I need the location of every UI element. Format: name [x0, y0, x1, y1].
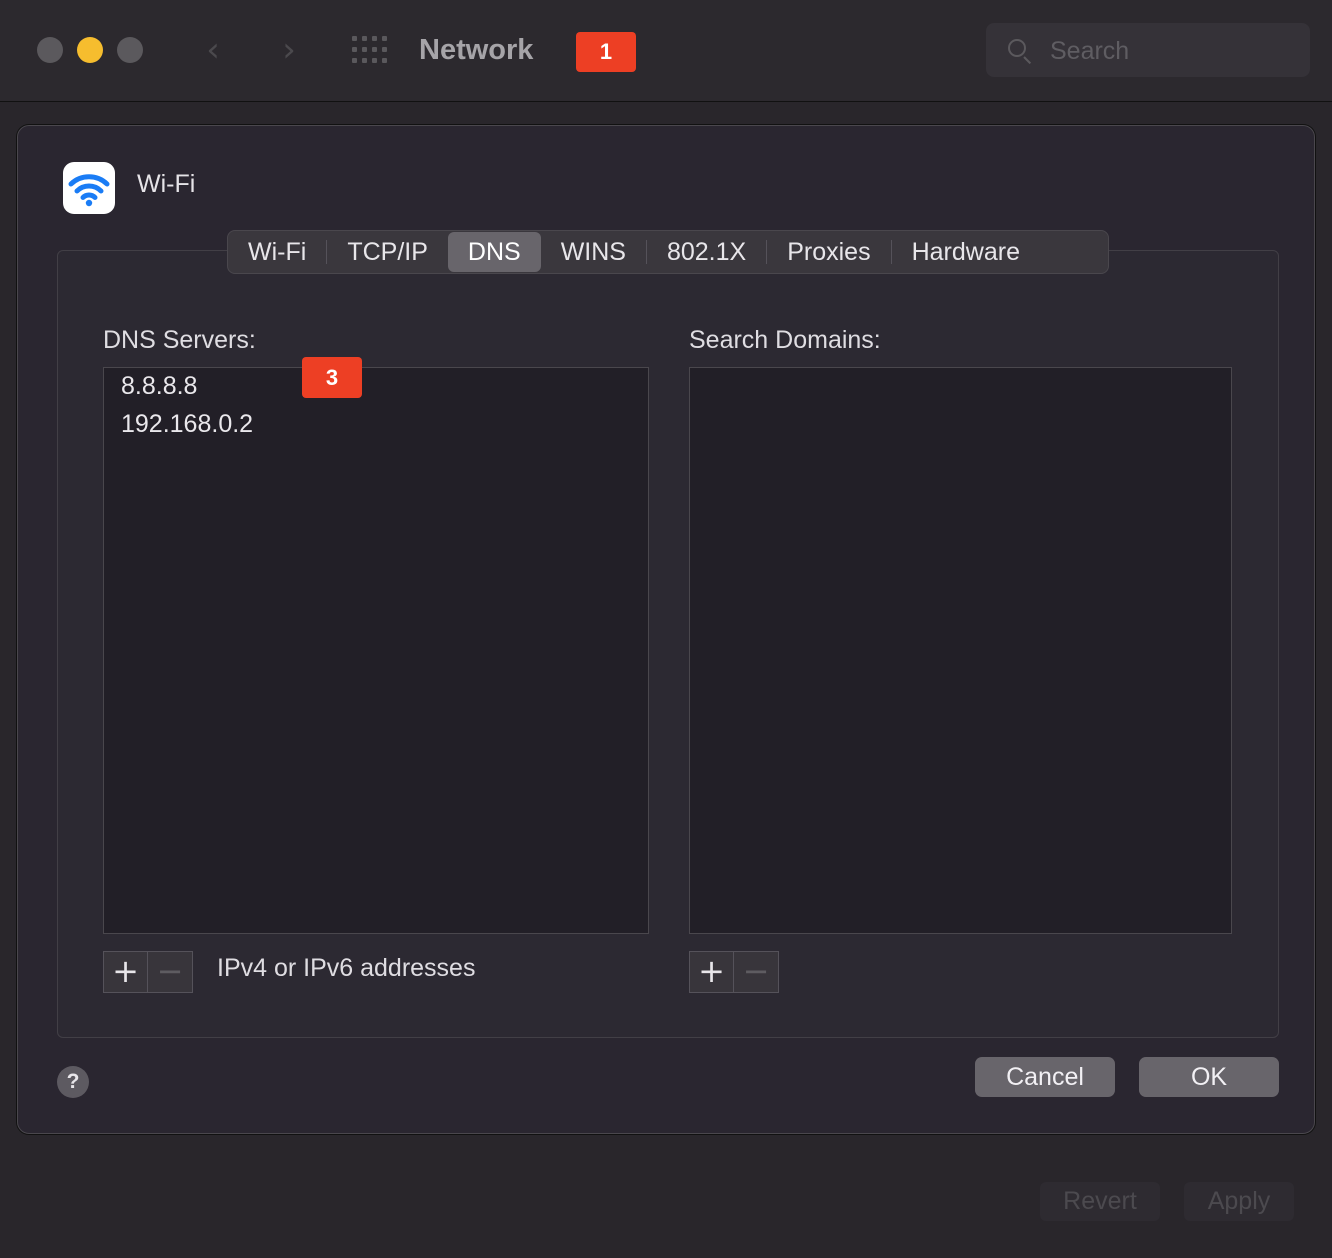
- apply-button[interactable]: Apply: [1184, 1182, 1294, 1221]
- search-domain-add-remove-control: + −: [689, 951, 779, 993]
- remove-dns-server-button[interactable]: −: [148, 951, 193, 993]
- tab-proxies[interactable]: Proxies: [767, 232, 890, 272]
- dns-hint-text: IPv4 or IPv6 addresses: [217, 954, 476, 982]
- tab-wifi[interactable]: Wi-Fi: [228, 232, 326, 272]
- annotation-badge-1: 1: [576, 32, 636, 72]
- forward-arrow-icon[interactable]: ›: [274, 30, 304, 70]
- search-input[interactable]: [1048, 23, 1302, 79]
- tab-dns[interactable]: DNS: [447, 232, 541, 272]
- add-search-domain-button[interactable]: +: [689, 951, 734, 993]
- list-item[interactable]: 8.8.8.8: [121, 372, 197, 401]
- search-field[interactable]: [986, 23, 1310, 79]
- ok-button[interactable]: OK: [1139, 1057, 1279, 1097]
- window-title: Network: [419, 34, 534, 66]
- search-domains-list[interactable]: [689, 367, 1232, 934]
- remove-search-domain-button[interactable]: −: [734, 951, 779, 993]
- search-icon: [1008, 39, 1026, 57]
- revert-button[interactable]: Revert: [1040, 1182, 1160, 1221]
- help-button[interactable]: ?: [57, 1066, 89, 1098]
- show-all-grid-icon[interactable]: [352, 36, 388, 64]
- dns-add-remove-control: + −: [103, 951, 193, 993]
- add-dns-server-button[interactable]: +: [103, 951, 148, 993]
- tab-tcpip[interactable]: TCP/IP: [327, 232, 448, 272]
- close-window-button[interactable]: [37, 37, 63, 63]
- dns-servers-label: DNS Servers:: [103, 326, 256, 354]
- tab-wins[interactable]: WINS: [541, 232, 646, 272]
- wifi-icon: [63, 162, 115, 214]
- back-arrow-icon[interactable]: ‹: [198, 30, 228, 70]
- tab-8021x[interactable]: 802.1X: [647, 232, 766, 272]
- search-domains-label: Search Domains:: [689, 326, 881, 354]
- zoom-window-button[interactable]: [117, 37, 143, 63]
- annotation-badge-3: 3: [302, 357, 362, 398]
- list-item[interactable]: 192.168.0.2: [121, 410, 253, 439]
- dns-servers-list[interactable]: 8.8.8.8 192.168.0.2: [103, 367, 649, 934]
- minimize-window-button[interactable]: [77, 37, 103, 63]
- cancel-button[interactable]: Cancel: [975, 1057, 1115, 1097]
- wifi-advanced-sheet: Wi-Fi Wi-Fi TCP/IP DNS WINS 802.1X Proxi…: [17, 125, 1315, 1134]
- network-window: ‹ › Network 1 Wi-Fi Wi-Fi TC: [0, 0, 1332, 1258]
- tab-bar: Wi-Fi TCP/IP DNS WINS 802.1X Proxies Har…: [227, 230, 1109, 274]
- sheet-title: Wi-Fi: [137, 170, 196, 198]
- tab-hardware[interactable]: Hardware: [892, 232, 1040, 272]
- title-bar: ‹ › Network 1: [0, 0, 1332, 102]
